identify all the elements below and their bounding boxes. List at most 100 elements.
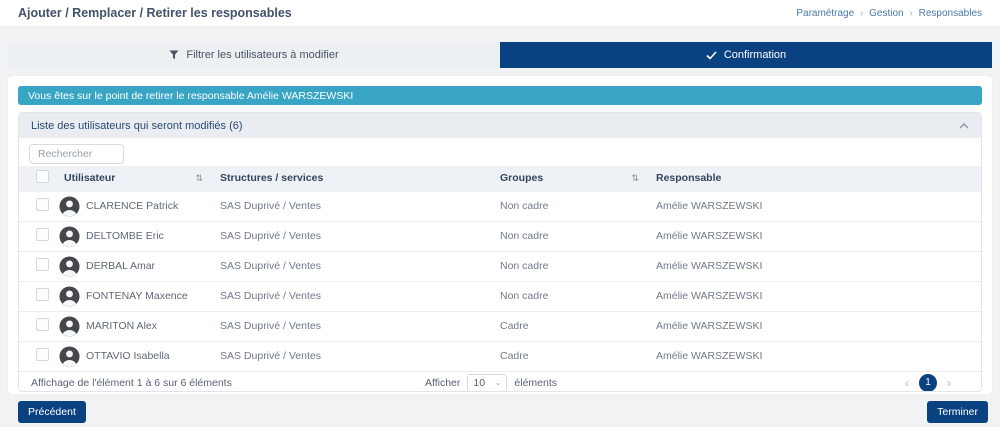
user-name: DELTOMBE Eric (86, 230, 164, 242)
show-label: Afficher (425, 377, 460, 389)
user-name: MARITON Alex (86, 320, 157, 332)
row-select-cell (19, 191, 55, 221)
wizard-tabs: Filtrer les utilisateurs à modifier Conf… (8, 42, 992, 68)
breadcrumb: Paramétrage › Gestion › Responsables (796, 8, 982, 19)
table-row: OTTAVIO Isabella SAS Duprivé / Ventes Ca… (19, 341, 981, 371)
user-avatar-icon (59, 196, 80, 217)
pagination: ‹ 1 › (557, 374, 969, 392)
breadcrumb-separator: › (860, 8, 863, 18)
user-avatar-icon (59, 226, 80, 247)
sort-icon[interactable]: ⇅ (631, 173, 639, 184)
breadcrumb-responsables[interactable]: Responsables (919, 8, 982, 19)
user-cell: MARITON Alex (55, 311, 211, 341)
tab-label: Confirmation (724, 49, 786, 61)
column-header-manager: Responsable (647, 166, 981, 191)
pagination-prev-button[interactable]: ‹ (905, 376, 909, 390)
row-checkbox[interactable] (36, 318, 49, 331)
row-checkbox[interactable] (36, 288, 49, 301)
collapse-chevron-up-icon[interactable] (959, 123, 969, 129)
tab-filter-users[interactable]: Filtrer les utilisateurs à modifier (8, 42, 500, 68)
user-name: FONTENAY Maxence (86, 290, 188, 302)
manager-cell: Amélie WARSZEWSKI (647, 221, 981, 251)
group-cell: Cadre (491, 311, 647, 341)
row-select-cell (19, 341, 55, 371)
user-name: CLARENCE Patrick (86, 200, 178, 212)
row-select-cell (19, 251, 55, 281)
table-row: FONTENAY Maxence SAS Duprivé / Ventes No… (19, 281, 981, 311)
page-size-control: Afficher 10 ⌄ éléments (425, 374, 557, 392)
row-checkbox[interactable] (36, 258, 49, 271)
users-panel: Liste des utilisateurs qui seront modifi… (18, 112, 982, 392)
structure-cell: SAS Duprivé / Ventes (211, 191, 491, 221)
warning-banner: Vous êtes sur le point de retirer le res… (18, 86, 982, 105)
row-checkbox[interactable] (36, 198, 49, 211)
user-avatar-icon (59, 316, 80, 337)
structure-cell: SAS Duprivé / Ventes (211, 221, 491, 251)
wizard-actions: Précédent Terminer (18, 401, 992, 423)
table-row: CLARENCE Patrick SAS Duprivé / Ventes No… (19, 191, 981, 221)
chevron-down-icon: ⌄ (495, 378, 502, 387)
table-row: DERBAL Amar SAS Duprivé / Ventes Non cad… (19, 251, 981, 281)
search-area (19, 138, 981, 166)
manager-cell: Amélie WARSZEWSKI (647, 191, 981, 221)
tab-label: Filtrer les utilisateurs à modifier (186, 49, 338, 61)
user-avatar-icon (59, 286, 80, 307)
column-header-structure: Structures / services (211, 166, 491, 191)
structure-cell: SAS Duprivé / Ventes (211, 311, 491, 341)
page-size-select[interactable]: 10 ⌄ (467, 374, 507, 392)
top-bar: Ajouter / Remplacer / Retirer les respon… (0, 0, 1000, 27)
finish-button[interactable]: Terminer (927, 401, 988, 423)
group-cell: Non cadre (491, 281, 647, 311)
warning-text: Vous êtes sur le point de retirer le res… (28, 90, 353, 102)
row-select-cell (19, 221, 55, 251)
page-title: Ajouter / Remplacer / Retirer les respon… (18, 6, 292, 20)
select-all-cell (19, 166, 55, 191)
pagination-page-1[interactable]: 1 (919, 374, 937, 392)
tab-confirmation[interactable]: Confirmation (500, 42, 992, 68)
table-header-row: Utilisateur ⇅ Structures / services Grou… (19, 166, 981, 191)
row-checkbox[interactable] (36, 348, 49, 361)
user-cell: DELTOMBE Eric (55, 221, 211, 251)
panel-header: Liste des utilisateurs qui seront modifi… (19, 113, 981, 138)
page-size-value: 10 (473, 377, 485, 389)
manager-cell: Amélie WARSZEWSKI (647, 341, 981, 371)
table-row: DELTOMBE Eric SAS Duprivé / Ventes Non c… (19, 221, 981, 251)
column-header-user[interactable]: Utilisateur ⇅ (55, 166, 211, 191)
user-cell: CLARENCE Patrick (55, 191, 211, 221)
items-label: éléments (514, 377, 557, 389)
table-row: MARITON Alex SAS Duprivé / Ventes Cadre … (19, 311, 981, 341)
user-avatar-icon (59, 256, 80, 277)
structure-cell: SAS Duprivé / Ventes (211, 281, 491, 311)
user-cell: OTTAVIO Isabella (55, 341, 211, 371)
breadcrumb-separator: › (910, 8, 913, 18)
manager-cell: Amélie WARSZEWSKI (647, 251, 981, 281)
breadcrumb-parametrage[interactable]: Paramétrage (796, 8, 854, 19)
group-cell: Non cadre (491, 191, 647, 221)
row-select-cell (19, 311, 55, 341)
confirmation-card: Vous êtes sur le point de retirer le res… (8, 76, 992, 394)
search-input[interactable] (29, 144, 124, 164)
user-cell: DERBAL Amar (55, 251, 211, 281)
group-cell: Non cadre (491, 221, 647, 251)
manager-cell: Amélie WARSZEWSKI (647, 311, 981, 341)
group-cell: Cadre (491, 341, 647, 371)
pagination-next-button[interactable]: › (947, 376, 951, 390)
user-avatar-icon (59, 346, 80, 367)
user-name: OTTAVIO Isabella (86, 350, 170, 362)
user-cell: FONTENAY Maxence (55, 281, 211, 311)
structure-cell: SAS Duprivé / Ventes (211, 251, 491, 281)
row-select-cell (19, 281, 55, 311)
table-footer: Affichage de l'élément 1 à 6 sur 6 éléme… (19, 371, 981, 392)
row-checkbox[interactable] (36, 228, 49, 241)
structure-cell: SAS Duprivé / Ventes (211, 341, 491, 371)
users-table: Utilisateur ⇅ Structures / services Grou… (19, 166, 981, 371)
breadcrumb-gestion[interactable]: Gestion (869, 8, 903, 19)
table-body: CLARENCE Patrick SAS Duprivé / Ventes No… (19, 191, 981, 371)
group-cell: Non cadre (491, 251, 647, 281)
column-header-group[interactable]: Groupes ⇅ (491, 166, 647, 191)
user-name: DERBAL Amar (86, 260, 155, 272)
previous-button[interactable]: Précédent (18, 401, 86, 423)
panel-title: Liste des utilisateurs qui seront modifi… (31, 120, 243, 132)
sort-icon[interactable]: ⇅ (195, 173, 203, 184)
select-all-checkbox[interactable] (36, 170, 49, 183)
